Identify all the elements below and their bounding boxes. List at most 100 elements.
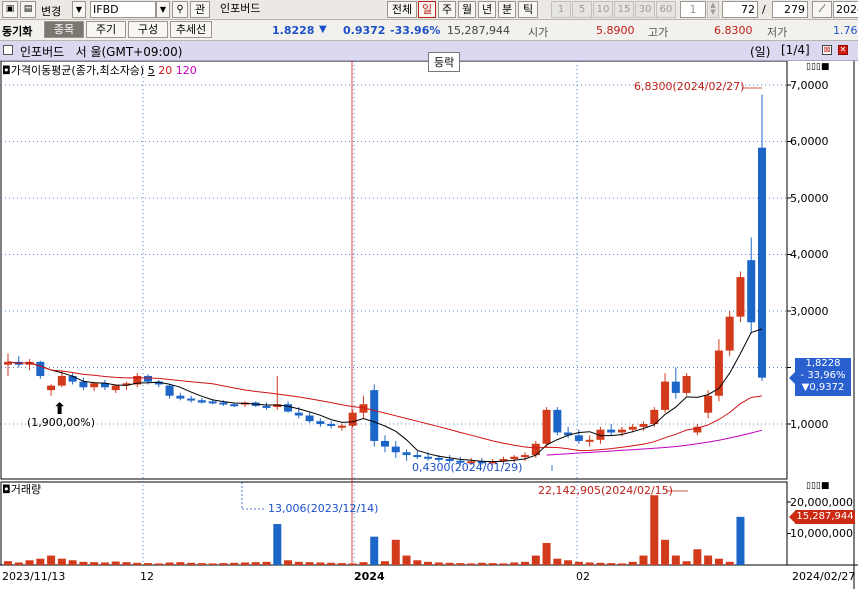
tab-trend[interactable]: 추세선 xyxy=(170,21,212,38)
search-icon[interactable]: ⚲ xyxy=(172,1,188,18)
period-week-button[interactable]: 주 xyxy=(438,1,456,18)
date-label-02: 02 xyxy=(576,570,590,583)
count-spinner-icon[interactable]: ▲ ▼ xyxy=(707,1,719,18)
ma-checkbox-icon: ◘ xyxy=(2,64,11,77)
tab-compose[interactable]: 구성 xyxy=(128,21,168,38)
volume-bar xyxy=(230,562,239,565)
date-label-start: 2023/11/13 xyxy=(2,570,66,583)
candle-body xyxy=(704,395,713,413)
candle-body xyxy=(144,375,153,382)
volume-bar xyxy=(154,563,163,565)
period-day-button[interactable]: 일 xyxy=(418,1,436,18)
chart-page-label: [1/4] xyxy=(781,43,810,57)
high-label: 고가 xyxy=(648,26,669,39)
chart-title: 인포버드 서 울(GMT+09:00) xyxy=(20,45,183,59)
interval-30-button[interactable]: 30 xyxy=(635,1,655,18)
volume-bar xyxy=(294,561,303,565)
volume-bar xyxy=(564,560,573,565)
volume-checkbox-icon: ◘ xyxy=(2,483,11,496)
period-tick-button[interactable]: 틱 xyxy=(518,1,538,18)
volume-mark-annotation: 13,006(2023/12/14) xyxy=(268,502,379,515)
ma-legend-p2: 20 xyxy=(158,64,173,77)
ma-legend: ◘가격이동평균(종가,최소자승) 5 20 120 xyxy=(2,62,197,78)
candle-body xyxy=(391,446,400,453)
ma-legend-label: 가격이동평균(종가,최소자승) xyxy=(10,64,145,77)
screen-icon[interactable]: ▣ xyxy=(2,1,18,18)
volume-bar xyxy=(488,563,497,565)
volume-bar xyxy=(661,539,670,565)
volume-bar xyxy=(499,563,508,565)
candle-body xyxy=(165,385,174,396)
chart-tools-icon[interactable]: ▯▯▯■ xyxy=(806,62,829,72)
interval-15-button[interactable]: 15 xyxy=(614,1,634,18)
candle-body xyxy=(747,260,756,323)
volume-bar xyxy=(736,516,745,565)
volume-bar xyxy=(68,560,77,565)
volume-bar xyxy=(574,561,583,565)
volume-bar xyxy=(219,563,228,565)
date-input[interactable]: 2024 xyxy=(833,1,858,18)
volume-bar xyxy=(144,563,153,565)
count-input[interactable]: 1 xyxy=(680,1,706,18)
tooltip: 등락 xyxy=(428,52,461,72)
badge-pointer-icon xyxy=(789,372,795,384)
volume-bar xyxy=(14,562,23,565)
chart-checkbox[interactable] xyxy=(3,45,13,55)
kwan-button[interactable]: 관 xyxy=(190,1,210,18)
volume-bar xyxy=(531,555,540,565)
volume-bar xyxy=(370,536,379,565)
code-dropdown-icon[interactable]: ▼ xyxy=(156,1,170,18)
tab-item[interactable]: 종목 xyxy=(44,21,84,38)
period-month-button[interactable]: 월 xyxy=(458,1,476,18)
low-value: 1.76 xyxy=(833,24,858,37)
interval-60-button[interactable]: 60 xyxy=(656,1,676,18)
open-value: 5.8900 xyxy=(596,24,635,37)
display-count-input[interactable]: 72 xyxy=(722,1,758,18)
low-label: 저가 xyxy=(767,26,788,39)
period-year-button[interactable]: 년 xyxy=(478,1,496,18)
candle-body xyxy=(262,405,271,408)
close-icon[interactable]: ✕ xyxy=(838,45,848,55)
volume-bar xyxy=(693,549,702,565)
volume-bar xyxy=(628,561,637,565)
volume-bar xyxy=(682,561,691,565)
candle-body xyxy=(294,412,303,416)
change-dropdown-icon[interactable]: ▼ xyxy=(72,1,86,18)
date-label-2024: 2024 xyxy=(354,570,385,583)
high-annotation: 6,8300(2024/02/27) xyxy=(634,80,745,93)
badge-change: ▼0,9372 xyxy=(801,382,845,393)
volume-bar xyxy=(434,562,443,565)
interval-5-button[interactable]: 5 xyxy=(572,1,592,18)
volume-bar xyxy=(348,563,357,565)
tab-period[interactable]: 주기 xyxy=(86,21,126,38)
candle-body xyxy=(510,456,519,460)
volume-bar xyxy=(240,562,249,565)
candle-body xyxy=(197,400,206,403)
interval-1-button[interactable]: 1 xyxy=(551,1,571,18)
volume-bar xyxy=(165,562,174,565)
period-minute-button[interactable]: 분 xyxy=(498,1,516,18)
volume-bar xyxy=(391,539,400,565)
volume-bar xyxy=(725,561,734,565)
stock-code-input[interactable]: IFBD xyxy=(90,1,156,18)
badge-change-pct: - 33,96% xyxy=(800,370,846,381)
price-chart[interactable] xyxy=(0,61,858,589)
total-count-input[interactable]: 279 xyxy=(772,1,808,18)
sync-label: 동기화 xyxy=(2,25,33,38)
candle-body xyxy=(337,425,346,428)
volume-bar xyxy=(133,562,142,565)
candle-body xyxy=(111,385,120,391)
chart-line-icon[interactable]: ⟋ xyxy=(812,1,832,18)
volume-bar xyxy=(704,555,713,565)
chart-settings-icon[interactable]: ⊠ xyxy=(822,45,832,55)
candle-body xyxy=(79,381,88,388)
candle-body xyxy=(413,455,422,458)
calendar-icon[interactable]: ▤ xyxy=(20,1,36,18)
interval-10-button[interactable]: 10 xyxy=(593,1,613,18)
candle-body xyxy=(574,435,583,441)
volume-tools-icon[interactable]: ▯▯▯■ xyxy=(806,481,829,491)
candle-body xyxy=(682,375,691,393)
candle-body xyxy=(187,398,196,401)
period-all-button[interactable]: 전체 xyxy=(387,1,417,18)
count-separator: / xyxy=(762,3,766,16)
